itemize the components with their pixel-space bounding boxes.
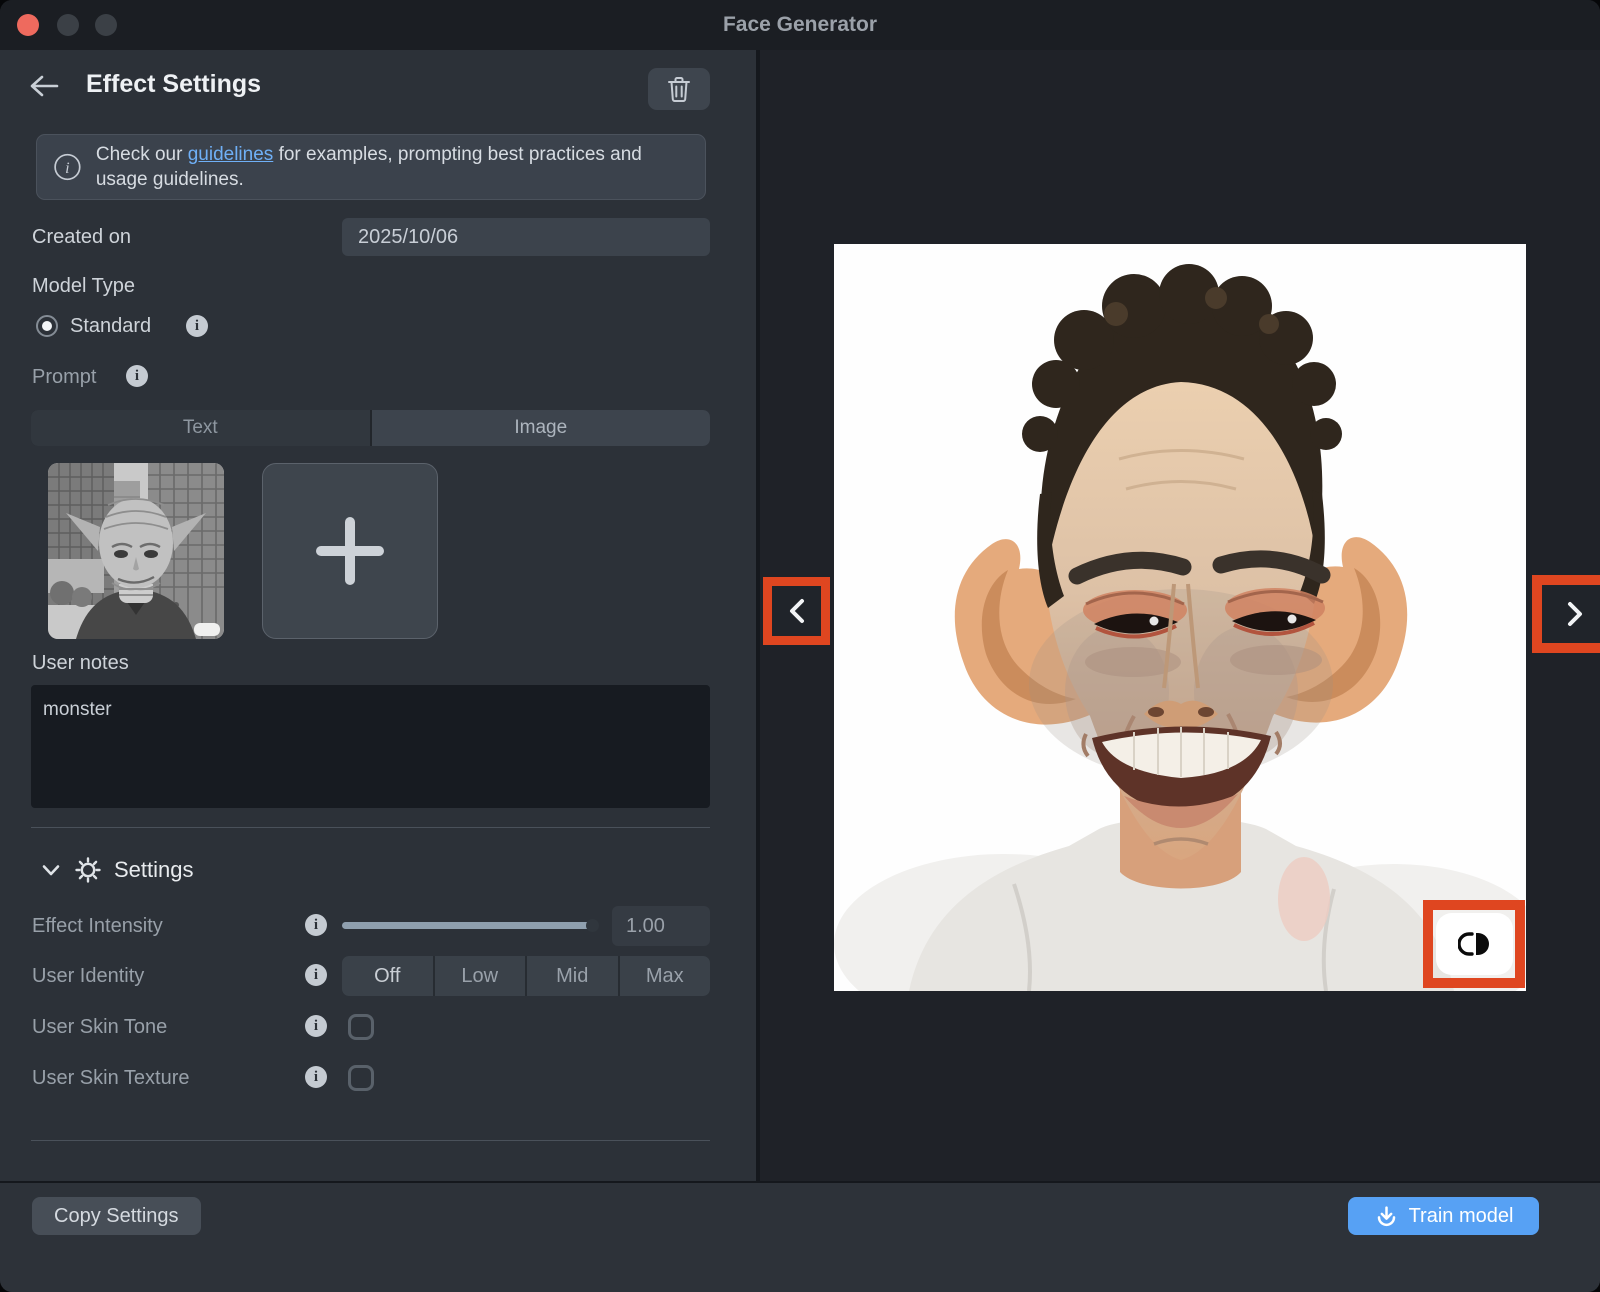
user-identity-segmented-control: Off Low Mid Max xyxy=(342,956,710,996)
identity-option-off[interactable]: Off xyxy=(342,956,433,996)
divider xyxy=(31,827,710,828)
prompt-info-icon[interactable]: i xyxy=(126,365,148,387)
user-skin-texture-info-icon[interactable]: i xyxy=(305,1066,327,1088)
generated-face-image xyxy=(834,244,1526,991)
banner-text: Check our guidelines for examples, promp… xyxy=(96,142,689,192)
next-image-annotation xyxy=(1532,575,1600,653)
settings-section-header[interactable]: Settings xyxy=(40,856,194,884)
chevron-down-icon xyxy=(40,859,62,881)
compare-toggle-annotation xyxy=(1423,900,1525,988)
user-notes-label: User notes xyxy=(32,652,129,675)
tab-image[interactable]: Image xyxy=(372,410,711,446)
plus-icon xyxy=(316,517,384,585)
compare-before-after-button[interactable] xyxy=(1436,913,1513,975)
add-prompt-image-button[interactable] xyxy=(262,463,438,639)
panel-title: Effect Settings xyxy=(86,70,261,99)
prev-image-button[interactable] xyxy=(772,586,821,636)
user-identity-info-icon[interactable]: i xyxy=(305,964,327,986)
identity-option-max[interactable]: Max xyxy=(620,956,711,996)
user-identity-label: User Identity xyxy=(32,965,144,988)
identity-option-low[interactable]: Low xyxy=(435,956,526,996)
model-type-label: Model Type xyxy=(32,275,135,298)
user-skin-texture-checkbox[interactable] xyxy=(348,1065,374,1091)
trash-icon xyxy=(667,76,691,103)
prev-image-annotation xyxy=(763,577,830,645)
footer-bar: Copy Settings Train model xyxy=(0,1181,1600,1292)
effect-intensity-value[interactable]: 1.00 xyxy=(612,906,710,946)
user-skin-tone-label: User Skin Tone xyxy=(32,1016,167,1039)
train-model-label: Train model xyxy=(1409,1205,1514,1228)
effect-settings-panel: Effect Settings i Check our guidelines f… xyxy=(0,50,760,1181)
settings-title: Settings xyxy=(114,857,194,883)
prompt-label: Prompt xyxy=(32,366,96,389)
tab-text[interactable]: Text xyxy=(31,410,370,446)
elf-face-illustration xyxy=(834,244,1526,991)
before-after-toggle-icon xyxy=(1458,929,1490,959)
copy-settings-button[interactable]: Copy Settings xyxy=(32,1197,201,1235)
divider xyxy=(31,1140,710,1141)
model-type-option-label: Standard xyxy=(70,315,151,338)
gear-icon xyxy=(74,856,102,884)
prompt-image-thumbnail[interactable] xyxy=(48,463,224,639)
arrow-left-icon xyxy=(29,74,59,98)
titlebar: Face Generator xyxy=(0,0,1600,50)
effect-intensity-info-icon[interactable]: i xyxy=(305,914,327,936)
user-notes-input[interactable]: monster xyxy=(31,685,710,808)
radio-dot xyxy=(42,321,52,331)
slider-knob[interactable] xyxy=(586,919,599,932)
user-skin-tone-info-icon[interactable]: i xyxy=(305,1015,327,1037)
user-skin-tone-checkbox[interactable] xyxy=(348,1014,374,1040)
model-type-radio-standard[interactable] xyxy=(36,315,58,337)
next-image-button[interactable] xyxy=(1542,585,1600,643)
effect-intensity-slider[interactable] xyxy=(342,922,597,929)
model-type-info-icon[interactable]: i xyxy=(186,315,208,337)
train-model-button[interactable]: Train model xyxy=(1348,1197,1539,1235)
identity-option-mid[interactable]: Mid xyxy=(527,956,618,996)
guidelines-banner: i Check our guidelines for examples, pro… xyxy=(36,134,706,200)
monster-city-thumbnail-image xyxy=(48,463,224,639)
chevron-right-icon xyxy=(1564,600,1586,628)
svg-text:i: i xyxy=(65,160,69,177)
prompt-tabs: Text Image xyxy=(31,410,710,446)
download-icon xyxy=(1374,1204,1399,1229)
effect-intensity-label: Effect Intensity xyxy=(32,915,163,938)
chevron-left-icon xyxy=(786,597,808,625)
delete-button[interactable] xyxy=(648,68,710,110)
app-window: Face Generator Effect Settings xyxy=(0,0,1600,1292)
guidelines-link[interactable]: guidelines xyxy=(188,144,274,165)
created-on-label: Created on xyxy=(32,226,131,249)
back-button[interactable] xyxy=(24,66,64,106)
user-skin-texture-label: User Skin Texture xyxy=(32,1067,189,1090)
preview-panel xyxy=(760,50,1600,1181)
info-circle-icon: i xyxy=(53,150,82,184)
created-on-field[interactable]: 2025/10/06 xyxy=(342,218,710,256)
window-title: Face Generator xyxy=(0,0,1600,50)
